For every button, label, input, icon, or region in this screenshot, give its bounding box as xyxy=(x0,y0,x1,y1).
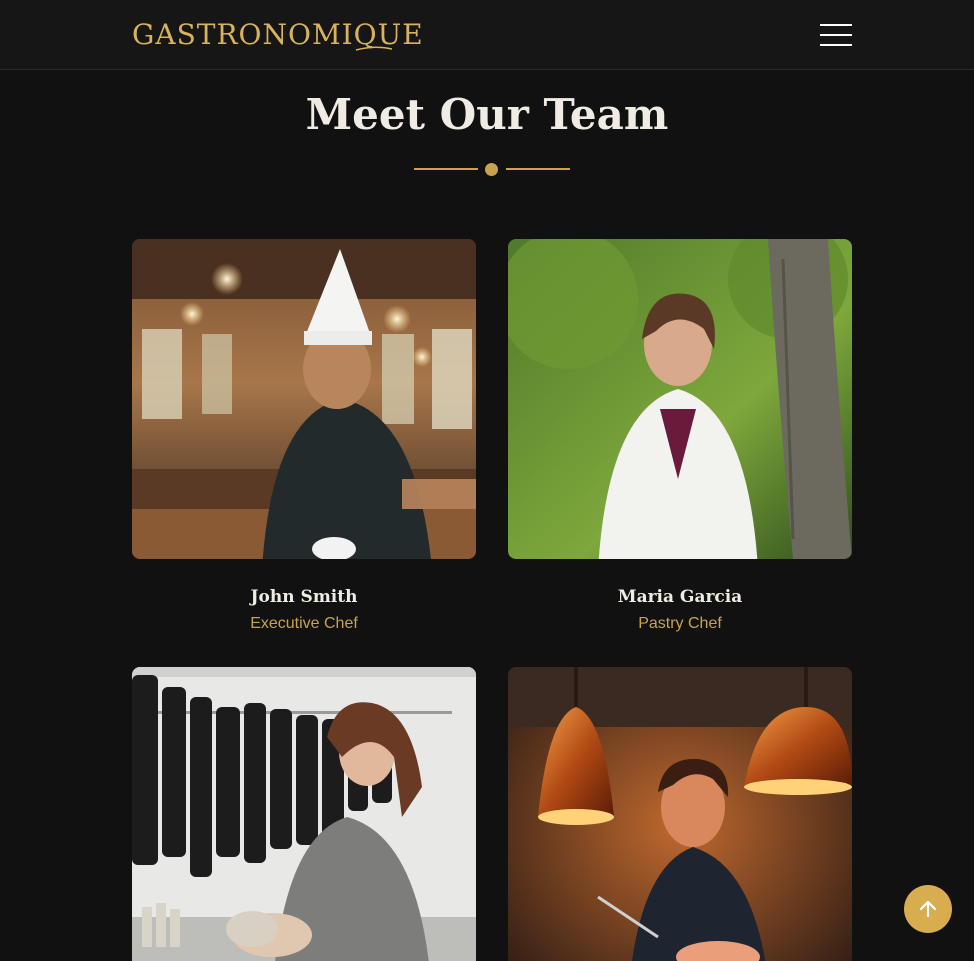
team-photo-chef-heat-lamps xyxy=(508,667,852,961)
team-member-name: Maria Garcia xyxy=(617,587,743,607)
top-navbar: GASTRONOMIQUE xyxy=(0,0,974,70)
scroll-to-top-button[interactable] xyxy=(904,885,952,933)
logo-underline-flourish xyxy=(355,46,393,51)
section-title: Meet Our Team xyxy=(305,90,669,139)
title-divider xyxy=(414,160,570,178)
hamburger-menu-icon[interactable] xyxy=(816,20,856,50)
team-photo-salon xyxy=(132,667,476,961)
team-photo-john-smith xyxy=(132,239,476,559)
arrow-up-icon xyxy=(919,900,937,918)
team-member-name: John Smith xyxy=(250,587,358,607)
team-photo-maria-garcia xyxy=(508,239,852,559)
team-member-role: Pastry Chef xyxy=(638,615,722,632)
team-member-role: Executive Chef xyxy=(250,615,358,632)
